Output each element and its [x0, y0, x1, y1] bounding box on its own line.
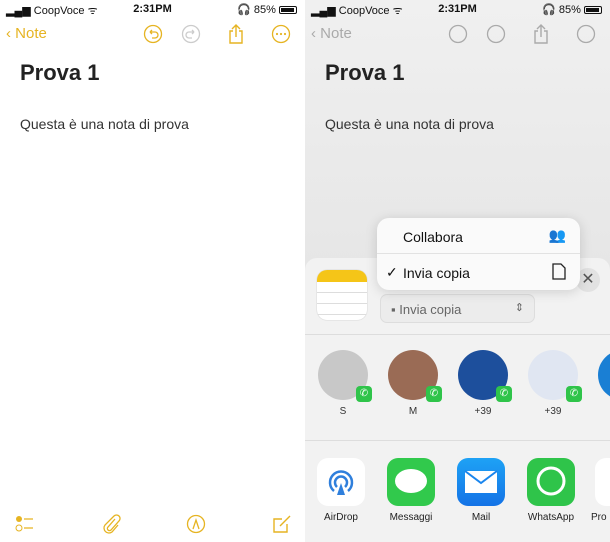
whatsapp-icon	[527, 458, 575, 506]
back-label: Note	[15, 25, 47, 42]
nav-bar: ‹ Note	[305, 22, 610, 48]
more-icon	[576, 24, 596, 44]
compose-icon[interactable]	[272, 514, 292, 534]
note-title[interactable]: Prova 1	[20, 60, 100, 86]
notes-app-icon	[317, 270, 367, 320]
checkmark-icon: ✓	[386, 264, 398, 280]
contact-item[interactable]: +	[595, 350, 610, 417]
status-bar: ▂▄▆ CoopVoce ᯤ 2:31PM 🎧 85%	[305, 0, 610, 18]
contact-avatar: ✆	[318, 350, 372, 402]
menu-label: Invia copia	[403, 265, 470, 281]
menu-item-invia-copia[interactable]: ✓ Invia copia	[377, 254, 580, 290]
people-icon: 👥	[548, 227, 566, 243]
undo-icon[interactable]	[143, 24, 163, 44]
back-label: Note	[320, 25, 352, 42]
reminders-icon	[595, 458, 610, 506]
note-title: Prova 1	[325, 60, 405, 85]
markup-icon[interactable]	[186, 514, 206, 534]
app-promemoria[interactable]: Pro	[591, 458, 610, 523]
app-label: WhatsApp	[527, 512, 575, 523]
menu-label: Collabora	[403, 229, 463, 245]
contact-item[interactable]: ✆ S	[315, 350, 372, 417]
status-bar: ▂▄▆ CoopVoce ᯤ 2:31PM 🎧 85%	[0, 0, 305, 18]
undo-icon	[448, 24, 468, 44]
messages-icon	[387, 458, 435, 506]
battery-icon	[584, 6, 602, 15]
battery-icon	[279, 6, 297, 15]
divider	[305, 334, 610, 335]
share-icon[interactable]	[226, 24, 246, 44]
redo-icon	[486, 24, 506, 44]
app-airdrop[interactable]: AirDrop	[311, 458, 371, 523]
divider	[305, 440, 610, 441]
share-mode-menu: Collabora 👥 ✓ Invia copia	[377, 218, 580, 290]
battery-percent: 85%	[253, 4, 276, 16]
contact-name: M	[408, 406, 418, 417]
share-sheet: ▪ Invia copia⇕ ✕ ✆S✆M✆+39✆+39+ AirDrop M…	[305, 258, 610, 542]
more-icon[interactable]	[271, 24, 291, 44]
share-mode-selector[interactable]: ▪ Invia copia ⇕	[380, 294, 535, 323]
selector-label: Invia copia	[399, 302, 462, 317]
whatsapp-badge-icon: ✆	[566, 386, 582, 402]
contact-item[interactable]: ✆ +39	[455, 350, 512, 417]
app-messaggi[interactable]: Messaggi	[381, 458, 441, 523]
chevron-updown-icon: ⇕	[514, 302, 524, 314]
whatsapp-badge-icon: ✆	[496, 386, 512, 402]
contact-name: +	[595, 406, 610, 417]
app-label: AirDrop	[324, 512, 358, 523]
share-icon	[534, 24, 548, 44]
back-button: ‹ Note	[311, 25, 352, 42]
app-mail[interactable]: Mail	[451, 458, 511, 523]
note-body: Questa è una nota di prova	[325, 116, 494, 132]
contact-name: S	[339, 406, 347, 417]
battery: 🎧 85%	[237, 3, 297, 16]
app-label: Pro	[591, 512, 607, 523]
battery-percent: 85%	[558, 4, 581, 16]
contact-item[interactable]: ✆ M	[385, 350, 442, 417]
contact-name: +39	[544, 406, 562, 417]
nav-bar: ‹ Note	[0, 22, 305, 48]
note-body[interactable]: Questa è una nota di prova	[20, 116, 189, 132]
contact-name: +39	[474, 406, 492, 417]
share-screen: ▂▄▆ CoopVoce ᯤ 2:31PM 🎧 85% ‹ Note Prova…	[305, 0, 610, 542]
contact-avatar: ✆	[528, 350, 582, 402]
back-button[interactable]: ‹ Note	[6, 25, 47, 42]
contact-avatar	[598, 350, 610, 400]
contact-item[interactable]: ✆ +39	[525, 350, 582, 417]
battery: 🎧 85%	[542, 3, 602, 16]
notes-screen: ▂▄▆ CoopVoce ᯤ 2:31PM 🎧 85% ‹ Note Prova…	[0, 0, 305, 542]
redo-icon[interactable]	[181, 24, 201, 44]
paperclip-icon[interactable]	[101, 514, 121, 534]
contact-avatar: ✆	[458, 350, 512, 402]
airdrop-icon	[317, 458, 365, 506]
contact-avatar: ✆	[388, 350, 442, 402]
document-icon	[552, 263, 566, 280]
app-label: Messaggi	[389, 512, 433, 523]
whatsapp-badge-icon: ✆	[426, 386, 442, 402]
checklist-icon[interactable]	[15, 514, 35, 534]
mail-icon	[457, 458, 505, 506]
whatsapp-badge-icon: ✆	[356, 386, 372, 402]
app-label: Mail	[471, 512, 491, 523]
app-whatsapp[interactable]: WhatsApp	[521, 458, 581, 523]
menu-item-collabora[interactable]: Collabora 👥	[377, 218, 580, 254]
